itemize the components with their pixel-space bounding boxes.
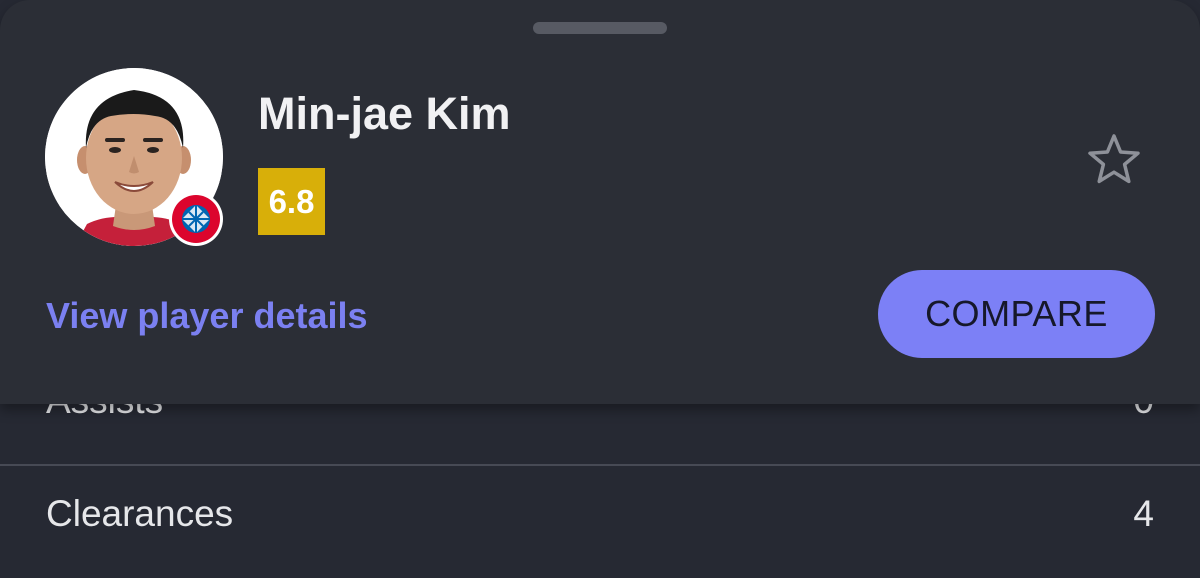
compare-button[interactable]: COMPARE	[878, 270, 1155, 358]
stat-row-clearances: Clearances 4	[0, 465, 1200, 565]
stat-value: 4	[1133, 493, 1154, 534]
player-rating-badge: 6.8	[258, 168, 325, 235]
club-crest-icon	[168, 191, 224, 247]
stat-label: Clearances	[46, 493, 234, 534]
view-player-details-link[interactable]: View player details	[46, 295, 368, 337]
player-bottom-sheet: Min-jae Kim 6.8 View player details COMP…	[0, 0, 1200, 404]
drag-handle[interactable]	[533, 22, 667, 34]
favorite-star-icon[interactable]	[1084, 132, 1144, 188]
player-name: Min-jae Kim	[258, 88, 511, 139]
